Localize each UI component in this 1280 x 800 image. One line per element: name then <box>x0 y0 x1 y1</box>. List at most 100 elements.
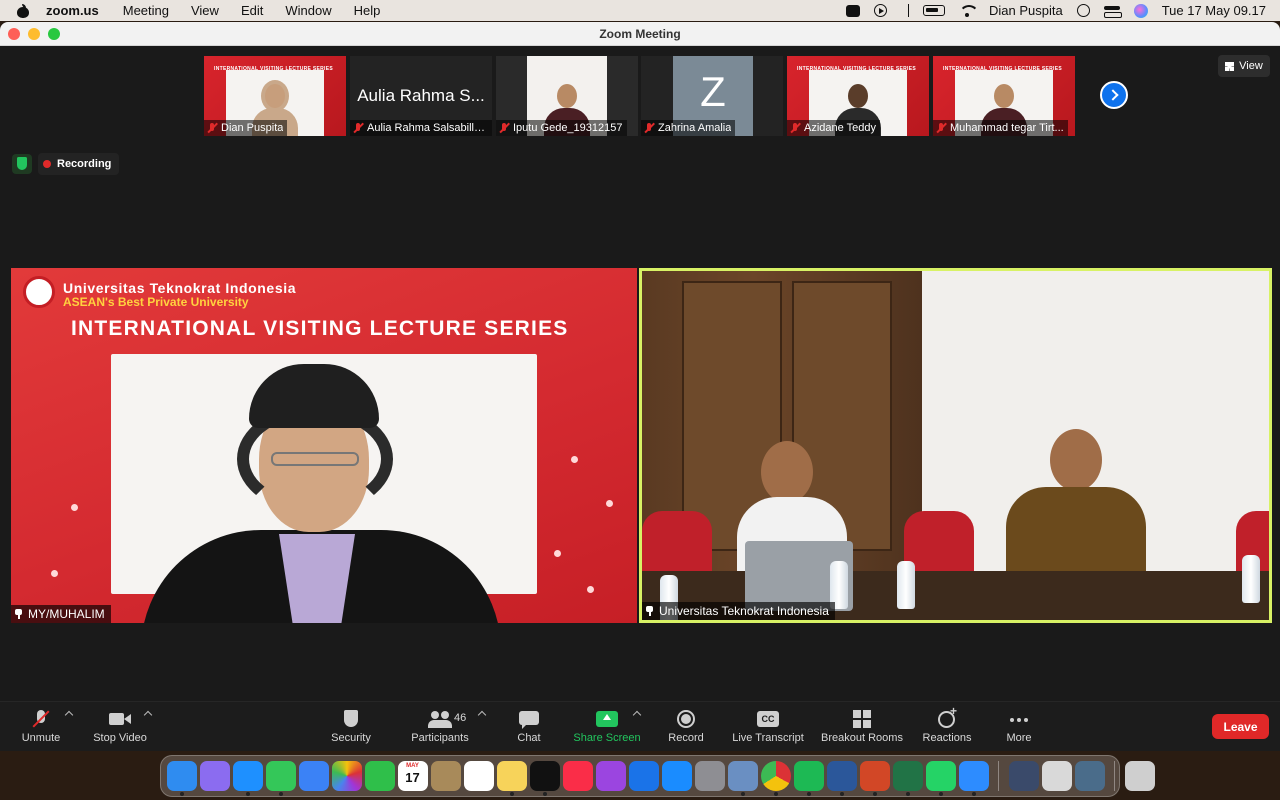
share-screen-icon <box>595 709 619 729</box>
video-camera-icon <box>108 709 132 729</box>
participants-options-chevron-icon[interactable] <box>477 710 487 720</box>
dock-chrome-icon[interactable] <box>760 761 791 796</box>
view-button[interactable]: View <box>1218 55 1270 77</box>
reactions-label: Reactions <box>922 732 972 744</box>
menu-meeting[interactable]: Meeting <box>123 3 169 18</box>
siri-icon[interactable] <box>1133 3 1148 18</box>
live-transcript-button[interactable]: Live Transcript <box>730 702 806 751</box>
participant-thumbnail[interactable]: INTERNATIONAL VISITING LECTURE SERIES Di… <box>204 56 346 136</box>
video-tile-speaker[interactable]: Universitas Teknokrat Indonesia ASEAN's … <box>11 268 637 623</box>
dock-safari-icon[interactable] <box>232 761 263 796</box>
dock-calendar-icon[interactable]: 17 <box>397 761 428 791</box>
user-name[interactable]: Dian Puspita <box>989 3 1063 18</box>
chat-button[interactable]: Chat <box>512 702 546 751</box>
dock-keynote-icon[interactable] <box>628 761 659 791</box>
dock-apple-tv-icon[interactable] <box>529 761 560 796</box>
chat-label: Chat <box>517 732 541 744</box>
participant-label: Universitas Teknokrat Indonesia <box>642 602 835 620</box>
dock-word-icon[interactable] <box>826 761 857 796</box>
participant-name: Muhammad tegar Tirt... <box>950 122 1064 134</box>
participant-thumbnail[interactable]: Iputu Gede_19312157 <box>496 56 638 136</box>
menu-edit[interactable]: Edit <box>241 3 263 18</box>
chevron-right-icon <box>1106 89 1119 101</box>
recording-indicator[interactable]: Recording <box>38 153 120 175</box>
more-label: More <box>1006 732 1032 744</box>
video-tile-active-speaker[interactable]: Universitas Teknokrat Indonesia <box>639 268 1272 623</box>
dock-facetime-icon[interactable] <box>364 761 395 791</box>
menu-bar-extras: Dian Puspita Tue 17 May 09.17 <box>845 3 1280 18</box>
fullscreen-window-button[interactable] <box>48 27 60 40</box>
next-page-button[interactable] <box>1100 81 1128 109</box>
participant-thumbnail[interactable]: Aulia Rahma S... Aulia Rahma Salsabilla.… <box>350 56 492 136</box>
avatar-initial: Z <box>700 68 726 115</box>
dock-app-store-icon[interactable] <box>661 761 692 791</box>
dock-podcasts-icon[interactable] <box>595 761 626 791</box>
dock-spotify-icon[interactable] <box>793 761 824 796</box>
participants-button[interactable]: Participants <box>407 702 473 751</box>
dock-notes-icon[interactable] <box>496 761 527 796</box>
unmute-button[interactable]: Unmute <box>18 702 64 751</box>
close-window-button[interactable] <box>8 27 20 40</box>
dock-messages-icon[interactable] <box>265 761 296 796</box>
share-screen-button[interactable]: Share Screen <box>572 702 642 751</box>
menu-help[interactable]: Help <box>354 3 381 18</box>
more-button[interactable]: More <box>1003 702 1035 751</box>
record-icon <box>674 709 698 729</box>
participants-count: 46 <box>454 712 467 724</box>
battery-icon[interactable] <box>922 5 945 16</box>
bluetooth-icon[interactable] <box>901 4 909 17</box>
control-center-icon[interactable] <box>1103 5 1122 18</box>
security-label: Security <box>331 732 371 744</box>
window-titlebar[interactable]: Zoom Meeting <box>0 22 1280 46</box>
now-playing-icon[interactable] <box>873 4 887 17</box>
dock-preview-icon[interactable] <box>727 761 758 796</box>
dock-reminders-icon[interactable] <box>463 761 494 791</box>
dock-music-icon[interactable] <box>562 761 593 791</box>
dock-notes-scanner-icon[interactable] <box>430 761 461 791</box>
participant-name: MY/MUHALIM <box>28 607 105 621</box>
participant-name: Iputu Gede_19312157 <box>513 122 623 134</box>
dock-excel-icon[interactable] <box>892 761 923 796</box>
zoom-status-icon[interactable] <box>845 4 860 17</box>
spotlight-search-icon[interactable] <box>1076 4 1090 17</box>
participant-thumbnail[interactable]: Z Zahrina Amalia <box>641 56 783 136</box>
stop-video-button[interactable]: Stop Video <box>88 702 152 751</box>
dock-trash-icon[interactable] <box>1124 761 1155 791</box>
participant-thumbnail[interactable]: INTERNATIONAL VISITING LECTURE SERIES Az… <box>787 56 929 136</box>
dock-recent-doc-3-icon[interactable] <box>1074 761 1105 791</box>
apple-menu-icon[interactable] <box>16 3 30 18</box>
menu-view[interactable]: View <box>191 3 219 18</box>
dock-whatsapp-icon[interactable] <box>925 761 956 796</box>
water-bottle <box>897 561 915 609</box>
dock-mail-icon[interactable] <box>298 761 329 791</box>
water-bottle <box>1242 555 1260 603</box>
encryption-shield-icon[interactable] <box>12 154 32 174</box>
university-logo <box>23 276 55 308</box>
wifi-icon[interactable] <box>958 4 979 17</box>
dock-system-preferences-icon[interactable] <box>694 761 725 791</box>
reactions-button[interactable]: Reactions <box>920 702 974 751</box>
audio-options-chevron-icon[interactable] <box>64 710 74 720</box>
pin-icon <box>14 609 24 619</box>
security-button[interactable]: Security <box>327 702 375 751</box>
dock-recent-doc-1-icon[interactable] <box>1008 761 1039 791</box>
dock-zoom-icon[interactable] <box>958 761 989 796</box>
breakout-rooms-button[interactable]: Breakout Rooms <box>820 702 904 751</box>
menu-window[interactable]: Window <box>285 3 331 18</box>
dock-powerpoint-icon[interactable] <box>859 761 890 796</box>
minimize-window-button[interactable] <box>28 27 40 40</box>
participant-label: Azidane Teddy <box>787 120 880 136</box>
leave-meeting-button[interactable]: Leave <box>1212 714 1269 739</box>
dock-launchpad-icon[interactable] <box>199 761 230 791</box>
menu-app-zoom[interactable]: zoom.us <box>46 3 99 18</box>
muted-mic-icon <box>206 122 218 134</box>
menu-bar-clock[interactable]: Tue 17 May 09.17 <box>1162 3 1266 18</box>
participant-thumbnail[interactable]: INTERNATIONAL VISITING LECTURE SERIES Mu… <box>933 56 1075 136</box>
shield-icon <box>339 709 363 729</box>
dock-recent-doc-2-icon[interactable] <box>1041 761 1072 791</box>
meeting-area: INTERNATIONAL VISITING LECTURE SERIES Di… <box>0 47 1280 701</box>
dock-finder-icon[interactable] <box>166 761 197 796</box>
record-button[interactable]: Record <box>664 702 708 751</box>
dock-photos-icon[interactable] <box>331 761 362 791</box>
window-title: Zoom Meeting <box>599 26 681 41</box>
